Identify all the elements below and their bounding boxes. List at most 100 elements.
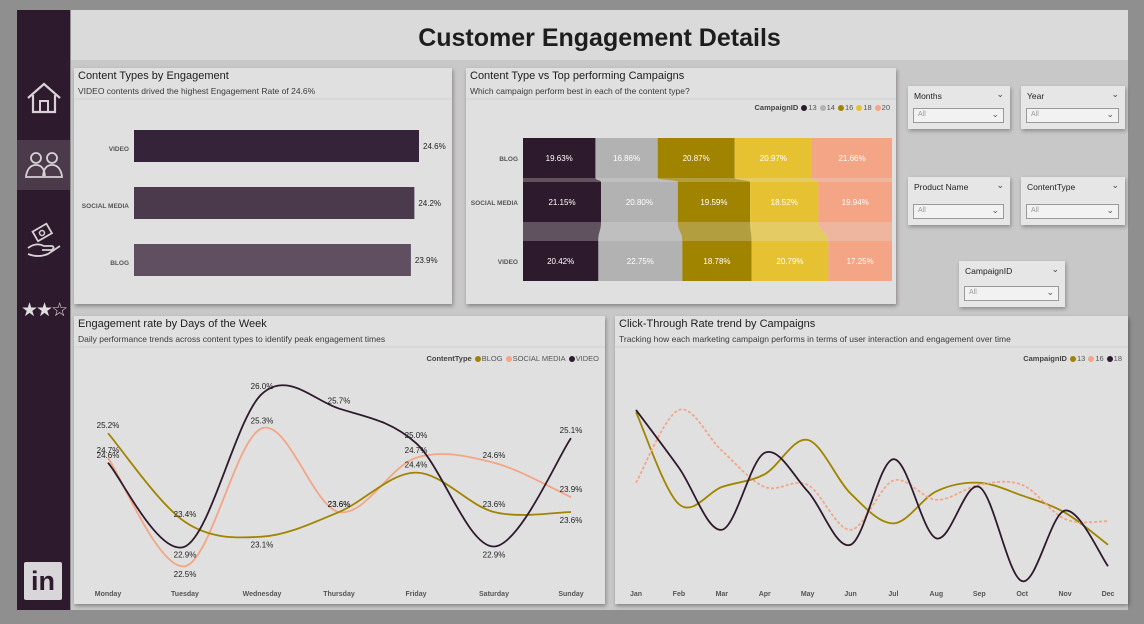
data-label: 24.6% (97, 451, 120, 460)
star-rating-icon[interactable]: ★★☆ (21, 301, 68, 321)
product-name-dropdown[interactable]: All ⌄ (913, 204, 1004, 219)
bar-value-label: 24.6% (423, 142, 446, 151)
slicer-label: Months (914, 91, 942, 101)
segment-value-label: 20.79% (776, 257, 803, 266)
nav-payments-button[interactable] (17, 217, 70, 267)
segment-value-label: 21.66% (838, 154, 865, 163)
ctr-trend-card[interactable]: Click-Through Rate trend by Campaigns Tr… (615, 316, 1128, 604)
x-tick-label: Monday (95, 591, 122, 598)
data-label: 23.9% (560, 485, 583, 494)
segment-value-label: 21.15% (548, 198, 575, 207)
nav-home-button[interactable] (17, 73, 70, 123)
x-tick-label: Oct (1016, 591, 1028, 598)
category-label: BLOG (499, 156, 518, 163)
segment-value-label: 20.97% (760, 154, 787, 163)
slicer-label: CampaignID (965, 266, 1013, 276)
segment-value-label: 20.80% (626, 198, 653, 207)
segment-value-label: 19.59% (700, 198, 727, 207)
slicer-value: All (918, 111, 926, 118)
slicer-label: Product Name (914, 182, 969, 192)
linkedin-icon[interactable]: in (24, 562, 62, 600)
page-header: Customer Engagement Details (71, 10, 1128, 60)
ribbon-connector (818, 222, 892, 241)
report-frame: ★★☆ in Customer Engagement Details Conte… (0, 0, 1144, 624)
data-label: 24.6% (483, 451, 506, 460)
segment-value-label: 20.42% (547, 257, 574, 266)
chevron-down-icon: ⌄ (1106, 205, 1114, 215)
home-icon (26, 82, 61, 114)
chevron-down-icon[interactable]: ⌄ (1111, 180, 1119, 191)
segment-value-label: 22.75% (627, 257, 654, 266)
series-line (107, 384, 572, 549)
slicer-value: All (1031, 207, 1039, 214)
chevron-down-icon[interactable]: ⌄ (1051, 264, 1059, 275)
x-tick-label: Saturday (479, 591, 509, 598)
navigation-sidebar: ★★☆ in (17, 10, 70, 610)
days-line-chart: Monday Tuesday Wednesday Thursday Friday Satu… (74, 346, 605, 598)
content-vs-campaign-card[interactable]: Content Type vs Top performing Campaigns… (466, 68, 896, 304)
series-line (635, 411, 1109, 546)
ribbon-connector (523, 178, 602, 182)
ribbon-connector (598, 222, 683, 241)
slicer-value: All (918, 207, 926, 214)
chevron-down-icon: ⌄ (991, 109, 999, 119)
content-type-slicer[interactable]: ContentType ⌄ All ⌄ (1021, 177, 1125, 225)
data-label: 22.9% (483, 551, 506, 560)
data-label: 25.2% (97, 421, 120, 430)
product-name-slicer[interactable]: Product Name ⌄ All ⌄ (908, 177, 1010, 225)
slicer-value: All (969, 289, 977, 296)
content-types-card[interactable]: Content Types by Engagement VIDEO conten… (74, 68, 452, 304)
chevron-down-icon[interactable]: ⌄ (996, 180, 1004, 191)
bar-value-label: 24.2% (418, 199, 441, 208)
chevron-down-icon: ⌄ (991, 205, 999, 215)
data-label: 23.4% (174, 510, 197, 519)
x-tick-label: Mar (716, 591, 729, 598)
data-label: 24.4% (405, 461, 428, 470)
x-tick-label: Friday (405, 591, 426, 598)
page-title: Customer Engagement Details (418, 24, 781, 52)
slicer-label: Year (1027, 91, 1045, 101)
segment-value-label: 18.52% (771, 198, 798, 207)
ctr-line-chart: Jan Feb Mar Apr May Jun Jul Aug Sep Oct Nov Dec (615, 346, 1128, 598)
segment-value-label: 20.87% (683, 154, 710, 163)
report-canvas: Customer Engagement Details Content Type… (71, 10, 1128, 610)
segment-value-label: 19.63% (546, 154, 573, 163)
days-of-week-card[interactable]: Engagement rate by Days of the Week Dail… (74, 316, 605, 604)
ribbon-connector (812, 178, 892, 182)
months-slicer[interactable]: Months ⌄ All ⌄ (908, 86, 1010, 129)
category-label: BLOG (110, 260, 129, 267)
chevron-down-icon: ⌄ (1106, 109, 1114, 119)
chevron-down-icon[interactable]: ⌄ (996, 89, 1004, 100)
data-label: 23.6% (560, 516, 583, 525)
ribbon-connector (677, 222, 752, 241)
ribbon-connector (523, 222, 602, 241)
x-tick-label: May (801, 591, 815, 598)
data-label: 23.1% (251, 541, 274, 550)
x-tick-label: Tuesday (171, 591, 199, 598)
campaign-id-dropdown[interactable]: All ⌄ (964, 286, 1059, 301)
bar (134, 187, 415, 219)
data-label: 23.6% (483, 500, 506, 509)
bar (134, 244, 411, 276)
slicer-value: All (1031, 111, 1039, 118)
x-tick-label: Jul (888, 591, 898, 598)
content-type-dropdown[interactable]: All ⌄ (1026, 204, 1119, 219)
months-dropdown[interactable]: All ⌄ (913, 108, 1004, 123)
year-dropdown[interactable]: All ⌄ (1026, 108, 1119, 123)
data-label: 25.1% (560, 426, 583, 435)
data-label: 22.9% (174, 551, 197, 560)
chevron-down-icon[interactable]: ⌄ (1111, 89, 1119, 100)
x-tick-label: Jun (844, 591, 856, 598)
bar (134, 130, 419, 162)
campaign-id-slicer[interactable]: CampaignID ⌄ All ⌄ (959, 261, 1065, 307)
segment-value-label: 18.78% (703, 257, 730, 266)
x-tick-label: Jan (630, 591, 642, 598)
ribbon-connector (750, 222, 829, 241)
year-slicer[interactable]: Year ⌄ All ⌄ (1021, 86, 1125, 129)
segment-value-label: 17.25% (847, 257, 874, 266)
data-label: 22.5% (174, 570, 197, 579)
x-tick-label: Thursday (323, 591, 355, 598)
series-line (635, 408, 1109, 531)
nav-users-button[interactable] (17, 140, 70, 190)
slicer-label: ContentType (1027, 182, 1076, 192)
